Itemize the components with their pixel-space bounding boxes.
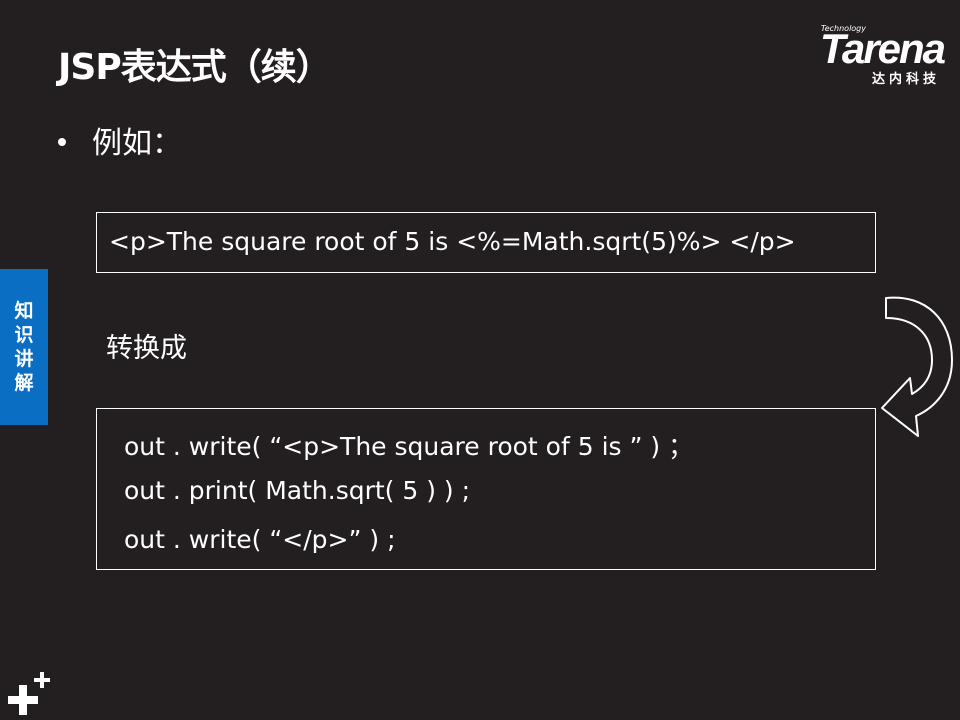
side-tab-char: 识 [14, 324, 34, 346]
code-line-source: <p>The square root of 5 is <%=Math.sqrt(… [109, 227, 796, 256]
code-line-print: out . print( Math.sqrt( 5 ) ) ; [124, 476, 471, 505]
side-tab-char: 解 [14, 372, 34, 394]
logo-chinese: 达内科技 [871, 72, 940, 87]
side-tab-char: 讲 [14, 348, 34, 370]
code-line-write-1: out . write( “<p>The square root of 5 is… [124, 432, 694, 461]
code-box-source: <p>The square root of 5 is <%=Math.sqrt(… [96, 212, 876, 273]
plus-icon [8, 672, 50, 715]
code-box-output: out . write( “<p>The square root of 5 is… [96, 408, 876, 570]
bullet-item: 例如： [58, 118, 182, 162]
curved-arrow-icon [881, 296, 953, 437]
side-tab-char: 知 [14, 300, 34, 322]
bullet-text: 例如： [92, 126, 182, 161]
convert-label: 转换成 [106, 333, 187, 364]
side-tab-knowledge[interactable]: 知 识 讲 解 [0, 269, 48, 425]
tarena-logo: Technology Tarena 达内科技 [776, 22, 946, 87]
slide-title: JSP表达式（续） [58, 47, 332, 88]
bullet-dot-icon [58, 137, 66, 146]
logo-brand: Tarena [819, 25, 946, 72]
code-line-write-2: out . write( “</p>” ) ; [124, 525, 396, 554]
